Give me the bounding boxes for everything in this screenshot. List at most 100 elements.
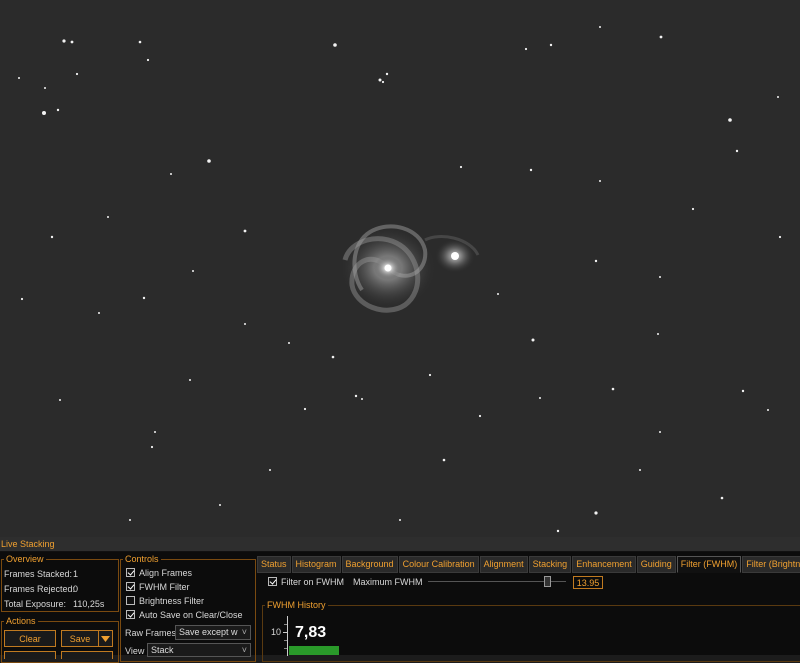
brightness-filter-checkbox[interactable]: Brightness Filter bbox=[126, 596, 204, 606]
star bbox=[42, 111, 46, 115]
star bbox=[478, 414, 482, 418]
star bbox=[107, 216, 109, 218]
tab-histogram[interactable]: Histogram bbox=[291, 556, 341, 573]
star bbox=[18, 77, 20, 79]
star bbox=[56, 108, 60, 112]
star bbox=[98, 312, 100, 314]
star bbox=[138, 40, 142, 44]
controls-legend: Controls bbox=[125, 554, 159, 564]
brightness-filter-check[interactable] bbox=[126, 596, 135, 605]
star bbox=[189, 379, 191, 381]
clear-button[interactable]: Clear bbox=[4, 630, 56, 647]
star bbox=[459, 165, 463, 169]
star bbox=[269, 469, 271, 471]
star bbox=[659, 35, 663, 39]
star bbox=[497, 293, 499, 295]
star bbox=[288, 342, 290, 344]
star bbox=[244, 323, 246, 325]
star bbox=[594, 259, 598, 263]
frames-stacked-value: 1 bbox=[73, 569, 79, 579]
filter-on-fwhm-checkbox[interactable]: Filter on FWHM bbox=[268, 577, 344, 587]
align-frames-label: Align Frames bbox=[139, 568, 193, 578]
filter-on-fwhm-label: Filter on FWHM bbox=[281, 577, 344, 587]
frames-rejected-row: Frames Rejected: 0 bbox=[4, 584, 79, 594]
total-exposure-value: 110,25s bbox=[73, 599, 105, 609]
star bbox=[524, 47, 528, 51]
star bbox=[556, 529, 560, 533]
auto-save-checkbox[interactable]: Auto Save on Clear/Close bbox=[126, 610, 243, 620]
fwhm-history-group: FWHM History bbox=[262, 600, 800, 662]
star bbox=[531, 338, 535, 342]
star bbox=[303, 407, 307, 411]
save-dropdown-button[interactable] bbox=[98, 630, 113, 647]
star bbox=[428, 373, 432, 377]
tab-guiding[interactable]: Guiding bbox=[636, 556, 676, 573]
align-frames-check[interactable] bbox=[126, 568, 135, 577]
fwhm-filter-check[interactable] bbox=[126, 582, 135, 591]
fwhm-axis-minor-tick bbox=[284, 640, 287, 641]
tab-background[interactable]: Background bbox=[341, 556, 398, 573]
actions-second-row-right[interactable] bbox=[61, 651, 113, 659]
star bbox=[611, 387, 615, 391]
star bbox=[142, 296, 146, 300]
save-button[interactable]: Save bbox=[61, 630, 99, 647]
star bbox=[778, 235, 782, 239]
star bbox=[170, 173, 172, 175]
galaxy bbox=[340, 224, 480, 313]
raw-frames-label: Raw Frames bbox=[125, 628, 177, 638]
fwhm-filter-checkbox[interactable]: FWHM Filter bbox=[126, 582, 190, 592]
star bbox=[767, 409, 769, 411]
raw-frames-value: Save except w bbox=[179, 627, 238, 637]
star bbox=[59, 399, 61, 401]
chevron-down-icon bbox=[101, 636, 110, 642]
tab-enhancement[interactable]: Enhancement bbox=[572, 556, 636, 573]
star bbox=[659, 276, 661, 278]
raw-frames-select[interactable]: Save except w ˅ bbox=[175, 625, 251, 640]
star bbox=[735, 149, 739, 153]
auto-save-label: Auto Save on Clear/Close bbox=[139, 610, 243, 620]
star bbox=[659, 431, 661, 433]
star bbox=[720, 496, 724, 500]
frames-stacked-row: Frames Stacked: 1 bbox=[4, 569, 78, 579]
star bbox=[219, 504, 221, 506]
actions-second-row-left[interactable] bbox=[4, 651, 56, 659]
frames-rejected-value: 0 bbox=[73, 584, 79, 594]
tab-stacking[interactable]: Stacking bbox=[528, 556, 572, 573]
tab-filter-fwhm[interactable]: Filter (FWHM) bbox=[676, 556, 742, 573]
star bbox=[549, 43, 553, 47]
stack-preview-image[interactable] bbox=[0, 0, 800, 537]
star bbox=[44, 87, 46, 89]
overview-legend: Overview bbox=[6, 554, 44, 564]
star bbox=[741, 389, 745, 393]
auto-save-check[interactable] bbox=[126, 610, 135, 619]
align-frames-checkbox[interactable]: Align Frames bbox=[126, 568, 192, 578]
maximum-fwhm-slider-thumb[interactable] bbox=[543, 576, 551, 587]
star bbox=[385, 72, 389, 76]
star bbox=[50, 235, 54, 239]
star bbox=[361, 398, 363, 400]
brightness-filter-label: Brightness Filter bbox=[139, 596, 205, 606]
filter-on-fwhm-check[interactable] bbox=[268, 577, 277, 586]
tab-filter-brightness[interactable]: Filter (Brightness) bbox=[742, 556, 800, 573]
chevron-down-icon: ˅ bbox=[241, 627, 247, 637]
fwhm-filter-label: FWHM Filter bbox=[139, 582, 190, 592]
tab-alignment[interactable]: Alignment bbox=[479, 556, 528, 573]
tab-colour-calibration[interactable]: Colour Calibration bbox=[398, 556, 479, 573]
star bbox=[192, 270, 194, 272]
star bbox=[777, 96, 779, 98]
live-stacking-panel: Overview Frames Stacked: 1 Frames Reject… bbox=[0, 552, 800, 663]
total-exposure-row: Total Exposure: 110,25s bbox=[4, 599, 104, 609]
fwhm-axis-tick-label: 10 bbox=[271, 627, 282, 637]
total-exposure-label: Total Exposure: bbox=[4, 599, 67, 609]
star bbox=[333, 43, 337, 47]
tab-bar: Status Histogram Background Colour Calibrat… bbox=[257, 556, 800, 573]
star bbox=[381, 80, 385, 84]
star bbox=[354, 394, 358, 398]
fwhm-history-bar bbox=[289, 646, 339, 655]
maximum-fwhm-label: Maximum FWHM bbox=[353, 577, 423, 587]
star bbox=[599, 26, 601, 28]
fwhm-axis-minor-tick bbox=[284, 648, 287, 649]
maximum-fwhm-value[interactable]: 13.95 bbox=[573, 576, 603, 589]
star bbox=[639, 469, 641, 471]
tab-status[interactable]: Status bbox=[257, 556, 291, 573]
